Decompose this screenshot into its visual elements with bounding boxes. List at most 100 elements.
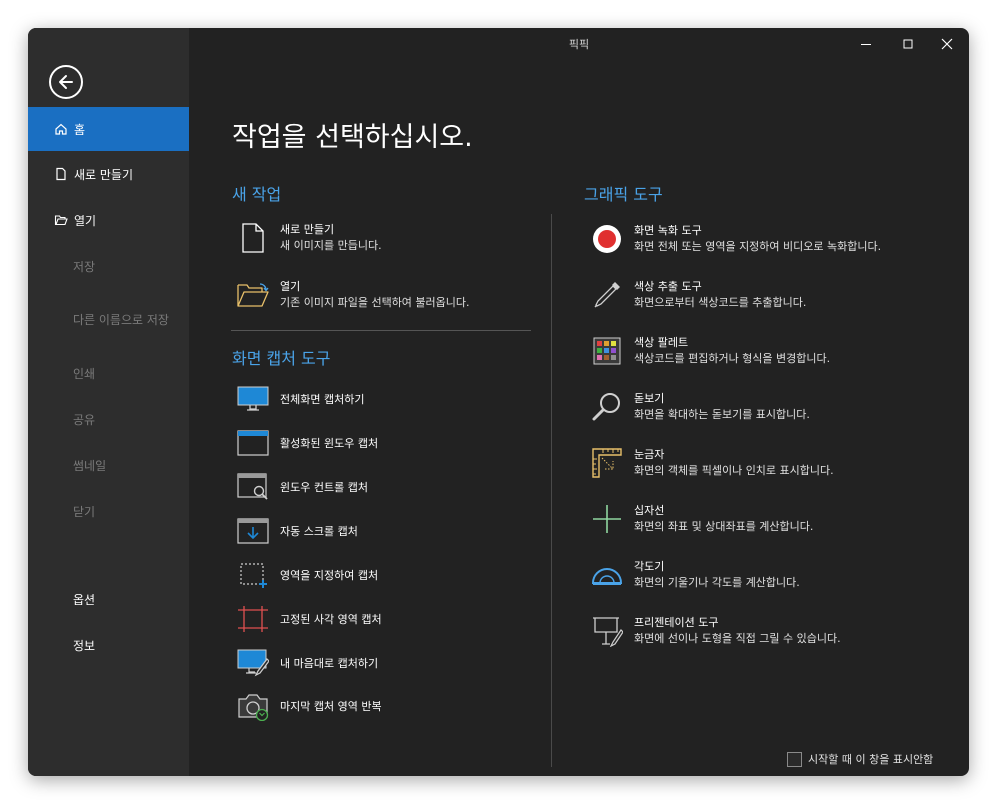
sidebar-item-label: 다른 이름으로 저장 [73, 312, 169, 327]
dont-show-on-startup[interactable]: 시작할 때 이 창을 표시안함 [787, 751, 933, 767]
tool-description: 기존 이미지 파일을 선택하여 불러옵니다. [280, 296, 470, 309]
sidebar-item-new[interactable]: 새로 만들기 [28, 152, 189, 196]
window-control-icon [237, 473, 268, 500]
open-file-tool[interactable]: 열기 기존 이미지 파일을 선택하여 불러옵니다. [236, 278, 470, 312]
sidebar-item-label: 닫기 [73, 504, 96, 519]
tool-description: 화면의 객체를 픽셀이나 인치로 표시합니다. [634, 464, 834, 477]
sidebar-item-save-as[interactable]: 다른 이름으로 저장 [28, 297, 189, 341]
graphic-tool-crosshair[interactable]: 십자선 화면의 좌표 및 상대좌표를 계산합니다. [590, 502, 813, 536]
new-file-icon [56, 167, 66, 181]
active-window-icon [237, 430, 269, 456]
sidebar-item-options[interactable]: 옵션 [28, 577, 189, 621]
sidebar-item-thumbnail[interactable]: 썸네일 [28, 443, 189, 487]
sidebar-item-print[interactable]: 인쇄 [28, 351, 189, 395]
capture-label: 윈도우 컨트롤 캡처 [280, 481, 368, 494]
section-divider [231, 330, 531, 331]
capture-fixed-region[interactable]: 고정된 사각 영역 캡처 [236, 604, 382, 634]
sidebar-item-share[interactable]: 공유 [28, 397, 189, 441]
tool-description: 화면의 기울기나 각도를 계산합니다. [634, 576, 800, 589]
repeat-capture-icon [238, 694, 269, 721]
new-work-heading: 새 작업 [232, 185, 282, 204]
scroll-capture-icon [237, 518, 269, 544]
tool-title: 열기 [280, 280, 301, 293]
back-button[interactable] [49, 65, 83, 99]
sidebar-item-label: 열기 [74, 213, 97, 228]
capture-fullscreen[interactable]: 전체화면 캡처하기 [236, 384, 364, 414]
new-file-icon [242, 223, 264, 253]
capture-heading: 화면 캡처 도구 [232, 349, 331, 368]
monitor-icon [237, 386, 269, 411]
capture-label: 마지막 캡처 영역 반복 [280, 700, 382, 713]
sidebar-item-open[interactable]: 열기 [28, 198, 189, 242]
page-title: 작업을 선택하십시오. [232, 122, 473, 153]
tool-description: 화면으로부터 색상코드를 추출합니다. [634, 296, 807, 309]
sidebar-item-label: 홈 [74, 122, 86, 137]
capture-repeat-last[interactable]: 마지막 캡처 영역 반복 [236, 691, 382, 721]
graphic-heading: 그래픽 도구 [584, 185, 663, 204]
back-arrow-icon [59, 75, 73, 89]
tool-title: 프리젠테이션 도구 [634, 616, 719, 629]
capture-active-window[interactable]: 활성화된 윈도우 캡처 [236, 428, 378, 458]
graphic-tool-record[interactable]: 화면 녹화 도구 화면 전체 또는 영역을 지정하여 비디오로 녹화합니다. [590, 222, 881, 256]
sidebar-item-label: 새로 만들기 [74, 167, 134, 182]
sidebar-item-label: 인쇄 [73, 366, 96, 381]
capture-freehand[interactable]: 내 마음대로 캡처하기 [236, 648, 378, 678]
app-window: 홈 새로 만들기 열기 저장 다른 이름으로 저장 인쇄 공유 썸네일 닫기 옵… [28, 28, 969, 776]
palette-icon [593, 337, 621, 365]
column-divider [551, 214, 552, 767]
sidebar-item-label: 공유 [73, 412, 96, 427]
tool-title: 각도기 [634, 560, 665, 573]
tool-title: 눈금자 [634, 448, 665, 461]
capture-label: 전체화면 캡처하기 [280, 393, 365, 406]
home-icon [55, 123, 67, 135]
tool-title: 화면 녹화 도구 [634, 224, 702, 237]
sidebar-item-label: 저장 [73, 259, 96, 274]
eyedropper-icon [594, 282, 620, 308]
sidebar-item-close[interactable]: 닫기 [28, 489, 189, 533]
capture-label: 고정된 사각 영역 캡처 [280, 613, 382, 626]
capture-label: 자동 스크롤 캡처 [280, 525, 358, 538]
freehand-capture-icon [237, 649, 269, 677]
tool-title: 돋보기 [634, 392, 665, 405]
fixed-region-icon [238, 606, 268, 632]
protractor-icon [591, 568, 623, 585]
graphic-tool-magnifier[interactable]: 돋보기 화면을 확대하는 돋보기를 표시합니다. [590, 390, 810, 424]
sidebar-item-save[interactable]: 저장 [28, 244, 189, 288]
graphic-tool-protractor[interactable]: 각도기 화면의 기울기나 각도를 계산합니다. [590, 558, 800, 592]
capture-region[interactable]: 영역을 지정하여 캡처 [236, 560, 378, 590]
folder-icon [54, 215, 68, 226]
tool-description: 새 이미지를 만듭니다. [280, 239, 382, 252]
graphic-tool-presentation[interactable]: 프리젠테이션 도구 화면에 선이나 도형을 직접 그릴 수 있습니다. [590, 614, 841, 648]
window-title: 픽픽 [568, 38, 590, 51]
ruler-icon [592, 448, 622, 478]
crosshair-icon [593, 505, 621, 533]
graphic-tool-color-picker[interactable]: 색상 추출 도구 화면으로부터 색상코드를 추출합니다. [590, 278, 806, 312]
region-select-icon [240, 563, 267, 588]
sidebar-item-home[interactable]: 홈 [28, 107, 189, 151]
graphic-tool-ruler[interactable]: 눈금자 화면의 객체를 픽셀이나 인치로 표시합니다. [590, 446, 834, 480]
tool-title: 색상 팔레트 [634, 336, 689, 349]
tool-title: 새로 만들기 [280, 223, 335, 236]
capture-label: 영역을 지정하여 캡처 [280, 569, 379, 582]
sidebar-item-info[interactable]: 정보 [28, 623, 189, 667]
tool-title: 색상 추출 도구 [634, 280, 702, 293]
capture-window-control[interactable]: 윈도우 컨트롤 캡처 [236, 472, 368, 502]
maximize-icon[interactable] [900, 36, 916, 52]
tool-description: 화면을 확대하는 돋보기를 표시합니다. [634, 408, 810, 421]
tool-description: 색상코드를 편집하거나 형식을 변경합니다. [634, 352, 831, 365]
sidebar-item-label: 옵션 [73, 592, 96, 607]
sidebar: 홈 새로 만들기 열기 저장 다른 이름으로 저장 인쇄 공유 썸네일 닫기 옵… [28, 28, 189, 776]
magnifier-icon [592, 393, 620, 421]
open-folder-icon [237, 283, 269, 307]
tool-title: 십자선 [634, 504, 665, 517]
tool-description: 화면에 선이나 도형을 직접 그릴 수 있습니다. [634, 632, 841, 645]
tool-description: 화면의 좌표 및 상대좌표를 계산합니다. [634, 520, 814, 533]
capture-auto-scroll[interactable]: 자동 스크롤 캡처 [236, 516, 358, 546]
close-icon[interactable] [939, 36, 955, 52]
new-file-tool[interactable]: 새로 만들기 새 이미지를 만듭니다. [236, 221, 382, 255]
dont-show-checkbox[interactable] [787, 751, 802, 767]
capture-label: 활성화된 윈도우 캡처 [280, 437, 379, 450]
minimize-icon[interactable] [858, 36, 874, 52]
graphic-tool-palette[interactable]: 색상 팔레트 색상코드를 편집하거나 형식을 변경합니다. [590, 334, 830, 368]
sidebar-item-label: 정보 [73, 638, 96, 653]
